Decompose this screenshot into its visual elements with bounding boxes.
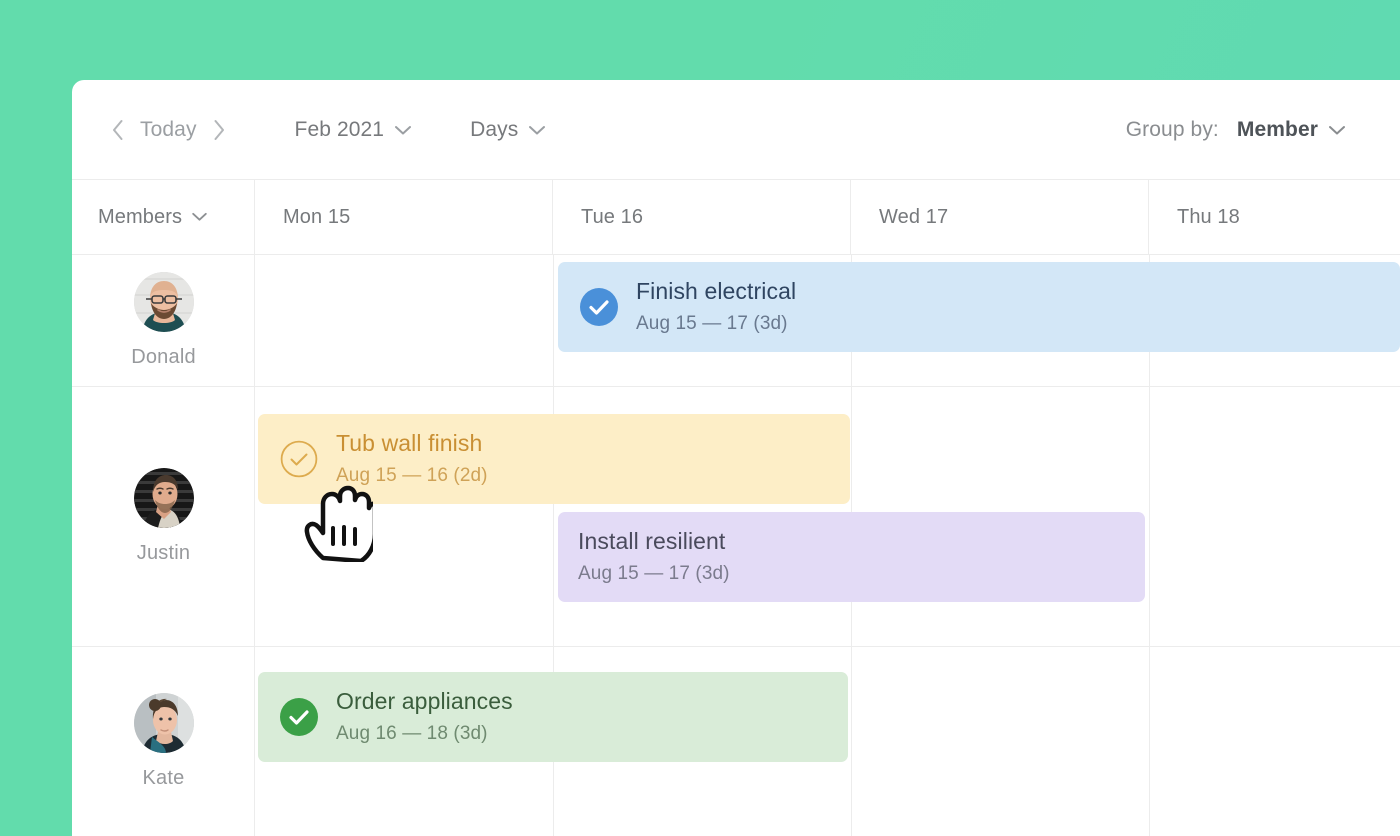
check-circle-filled-icon[interactable] — [580, 288, 618, 326]
chevron-down-icon — [1328, 125, 1346, 136]
day-column-header-1[interactable]: Tue 16 — [553, 180, 851, 254]
check-circle-outline-icon[interactable] — [280, 440, 318, 478]
chevron-right-icon — [214, 120, 225, 140]
day-column-header-2[interactable]: Wed 17 — [851, 180, 1149, 254]
task-dates: Aug 15 — 17 (3d) — [636, 313, 788, 335]
day-column-header-0[interactable]: Mon 15 — [255, 180, 553, 254]
avatar-justin-image — [133, 467, 194, 528]
prev-period-button[interactable] — [104, 115, 130, 145]
grid-row-divider-0 — [72, 386, 1400, 387]
task-bar-finish-electrical[interactable]: Finish electrical Aug 15 — 17 (3d) — [558, 262, 1400, 352]
member-name-justin: Justin — [136, 541, 191, 564]
task-title: Install resilient — [578, 527, 726, 554]
grid-row-divider-1 — [72, 646, 1400, 647]
task-text-tub-wall-finish: Tub wall finish Aug 15 — 16 (2d) — [336, 429, 488, 489]
timescale-selector-label: Days — [470, 118, 519, 141]
month-selector-dropdown[interactable]: Feb 2021 — [295, 118, 413, 142]
task-dates: Aug 16 — 18 (3d) — [336, 723, 488, 745]
chevron-left-icon — [112, 120, 122, 140]
task-title: Order appliances — [336, 687, 513, 714]
avatar-donald — [133, 272, 194, 332]
task-bar-install-resilient[interactable]: Install resilient Aug 15 — 17 (3d) — [558, 512, 1145, 602]
chevron-down-icon — [394, 125, 412, 136]
avatar-donald-image — [133, 272, 194, 332]
gantt-calendar-card: Today Feb 2021 Days Group by: Member Mem… — [72, 80, 1400, 836]
task-dates: Aug 15 — 16 (2d) — [336, 465, 488, 487]
month-selector-label: Feb 2021 — [294, 118, 385, 141]
next-period-button[interactable] — [207, 115, 233, 145]
avatar-kate — [133, 692, 194, 753]
group-by-dropdown[interactable]: Member — [1237, 118, 1346, 142]
member-name-kate: Kate — [142, 766, 185, 789]
check-circle-filled-icon[interactable] — [280, 698, 318, 736]
grid-header-row: Members Mon 15 Tue 16 Wed 17 Thu 18 — [72, 180, 1400, 255]
task-text-finish-electrical: Finish electrical Aug 15 — 17 (3d) — [636, 277, 796, 337]
toolbar: Today Feb 2021 Days Group by: Member — [72, 80, 1400, 180]
group-by-value: Member — [1236, 118, 1318, 141]
today-button[interactable]: Today — [130, 118, 207, 142]
task-title: Tub wall finish — [336, 429, 483, 456]
members-column-header[interactable]: Members — [72, 180, 255, 254]
grid-body: Donald Justin Kate Finish electrical Aug… — [72, 255, 1400, 836]
group-by-label: Group by: — [1125, 118, 1219, 141]
member-name-donald: Donald — [131, 346, 196, 368]
member-cell-kate[interactable]: Kate — [72, 646, 255, 836]
group-by-control: Group by: Member — [1126, 80, 1346, 180]
toolbar-left-group: Today Feb 2021 Days — [72, 80, 546, 180]
timescale-selector-dropdown[interactable]: Days — [470, 118, 546, 142]
members-column-label: Members — [98, 205, 183, 228]
avatar-kate-image — [133, 692, 194, 753]
date-navigation: Today — [104, 115, 233, 145]
task-text-order-appliances: Order appliances Aug 16 — 18 (3d) — [336, 687, 513, 747]
member-cell-donald[interactable]: Donald — [72, 255, 255, 386]
chevron-down-icon — [191, 212, 208, 222]
task-text-install-resilient: Install resilient Aug 15 — 17 (3d) — [578, 527, 730, 587]
avatar-justin — [133, 467, 194, 528]
day-column-header-3[interactable]: Thu 18 — [1149, 180, 1400, 254]
task-bar-tub-wall-finish[interactable]: Tub wall finish Aug 15 — 16 (2d) — [258, 414, 850, 504]
task-title: Finish electrical — [636, 277, 797, 304]
chevron-down-icon — [528, 125, 546, 136]
member-cell-justin[interactable]: Justin — [72, 386, 255, 646]
task-dates: Aug 15 — 17 (3d) — [578, 563, 730, 585]
task-bar-order-appliances[interactable]: Order appliances Aug 16 — 18 (3d) — [258, 672, 848, 762]
